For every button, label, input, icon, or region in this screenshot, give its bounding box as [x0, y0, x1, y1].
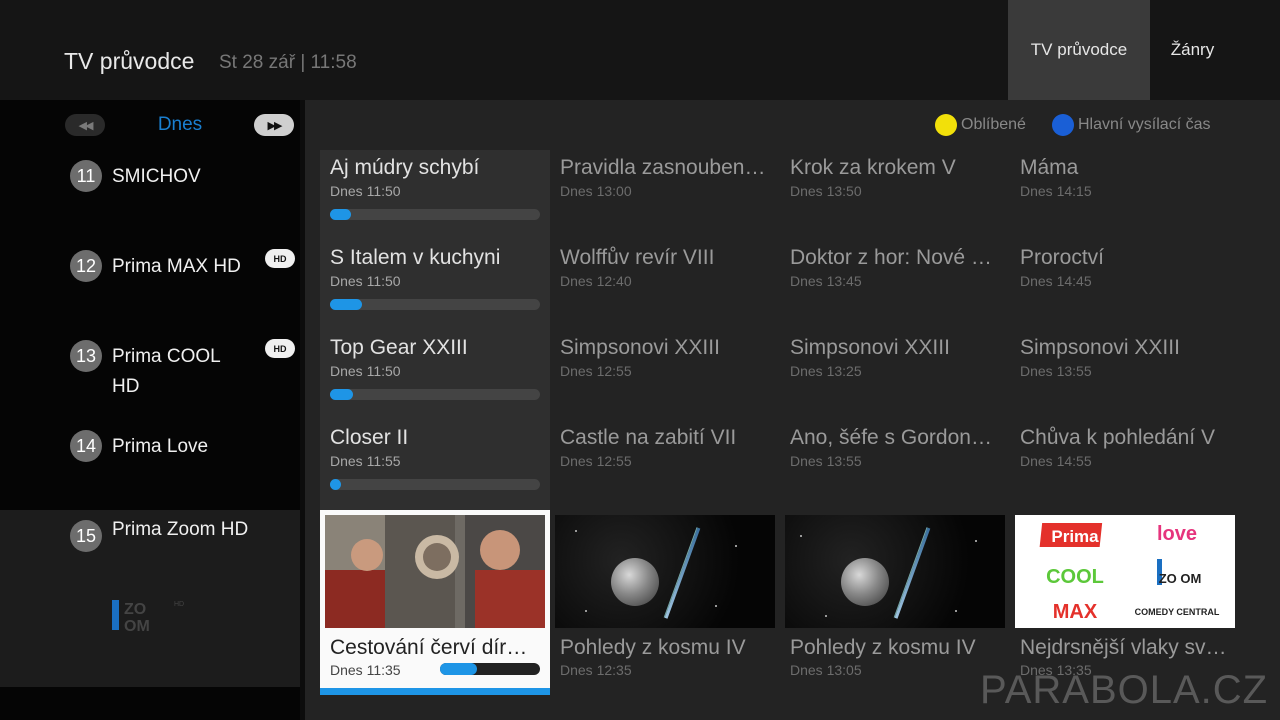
program-thumbnail: [325, 515, 545, 628]
svg-text:ZO: ZO: [124, 601, 146, 618]
day-label: Dnes: [157, 114, 203, 135]
program-cell-current[interactable]: S Italem v kuchyni Dnes 11:50: [320, 240, 550, 330]
channel-row[interactable]: 11 SMICHOV: [0, 145, 300, 235]
program-card[interactable]: Pohledy z kosmu IV Dnes 13:05: [780, 510, 1010, 695]
date-time: St 28 zář | 11:58: [219, 52, 357, 73]
hd-badge: HD: [265, 249, 295, 268]
program-cell-current[interactable]: Top Gear XXIII Dnes 11:50: [320, 330, 550, 420]
svg-text:ZO OM: ZO OM: [1159, 571, 1202, 586]
program-cell[interactable]: Castle na zabití VII Dnes 12:55: [550, 420, 780, 510]
progress-bar: [440, 663, 540, 675]
progress-bar: [330, 479, 540, 490]
yellow-dot-icon: [935, 114, 957, 136]
channel-name: Prima Love: [112, 436, 209, 457]
program-cell[interactable]: Doktor z hor: Nové … Dnes 13:45: [780, 240, 1010, 330]
fast-forward-icon[interactable]: ▶▶: [254, 114, 294, 136]
svg-text:COOL: COOL: [1046, 566, 1104, 588]
svg-text:MAX: MAX: [1053, 601, 1098, 623]
channel-row-selected[interactable]: 15 Prima Zoom HD ZO OM HD: [0, 510, 300, 687]
program-cell[interactable]: Simpsonovi XXIII Dnes 13:55: [1010, 330, 1240, 420]
selection-underline: [320, 688, 550, 695]
channel-number: 13: [70, 340, 102, 372]
svg-text:Prima: Prima: [1051, 527, 1099, 546]
progress-bar: [330, 389, 540, 400]
program-cell[interactable]: Simpsonovi XXIII Dnes 12:55: [550, 330, 780, 420]
blue-dot-icon: [1052, 114, 1074, 136]
channel-name: Prima COOL HD: [112, 346, 221, 397]
legend-prime-time: Hlavní vysílací čas: [1052, 114, 1210, 136]
watermark: PARABOLA.CZ: [980, 668, 1269, 712]
program-cell[interactable]: Máma Dnes 14:15: [1010, 150, 1240, 240]
program-cell-current[interactable]: Aj múdry schybí Dnes 11:50: [320, 150, 550, 240]
channel-name: Prima Zoom HD: [112, 519, 249, 540]
progress-bar: [330, 299, 540, 310]
tab-genres[interactable]: Žánry: [1150, 0, 1235, 100]
channel-number: 15: [70, 520, 102, 552]
svg-text:COMEDY CENTRAL: COMEDY CENTRAL: [1135, 607, 1220, 617]
program-cell[interactable]: Wolffův revír VIII Dnes 12:40: [550, 240, 780, 330]
channel-number: 14: [70, 430, 102, 462]
svg-text:OM: OM: [124, 618, 150, 635]
program-cell[interactable]: Proroctví Dnes 14:45: [1010, 240, 1240, 330]
legend-favorites: Oblíbené: [935, 114, 1026, 136]
header: TV průvodce St 28 zář | 11:58 TV průvodc…: [0, 0, 1280, 108]
program-card-selected[interactable]: Cestování červí dír… Dnes 11:35: [320, 510, 550, 695]
channel-name: SMICHOV: [112, 166, 201, 187]
hd-badge: HD: [265, 339, 295, 358]
channel-row[interactable]: 12 Prima MAX HD HD: [0, 235, 300, 325]
progress-bar: [330, 209, 540, 220]
prima-zoom-logo: ZO OM HD: [112, 600, 184, 635]
program-thumbnail: [785, 515, 1005, 628]
channel-row[interactable]: 14 Prima Love: [0, 415, 300, 505]
channel-row[interactable]: 13 Prima COOL HD HD: [0, 325, 300, 415]
tab-tv-guide[interactable]: TV průvodce: [1008, 0, 1150, 108]
program-cell[interactable]: Krok za krokem V Dnes 13:50: [780, 150, 1010, 240]
rewind-icon[interactable]: ◀◀: [65, 114, 105, 136]
program-cell-current[interactable]: Closer II Dnes 11:55: [320, 420, 550, 510]
channel-number: 12: [70, 250, 102, 282]
program-cell[interactable]: Chůva k pohledání V Dnes 14:55: [1010, 420, 1240, 510]
channel-name: Prima MAX HD: [112, 256, 241, 277]
page-title: TV průvodce: [64, 48, 195, 74]
channel-number: 11: [70, 160, 102, 192]
program-cell[interactable]: Simpsonovi XXIII Dnes 13:25: [780, 330, 1010, 420]
program-cell[interactable]: Ano, šéfe s Gordon… Dnes 13:55: [780, 420, 1010, 510]
svg-text:HD: HD: [174, 601, 184, 608]
program-cell[interactable]: Pravidla zasnouben… Dnes 13:00: [550, 150, 780, 240]
svg-text:love: love: [1157, 523, 1197, 545]
channel-logos-thumbnail: Prima love COOL ZO OM MAX COMEDY CENTRAL: [1015, 515, 1235, 628]
program-thumbnail: [555, 515, 775, 628]
program-card[interactable]: Pohledy z kosmu IV Dnes 12:35: [550, 510, 780, 695]
